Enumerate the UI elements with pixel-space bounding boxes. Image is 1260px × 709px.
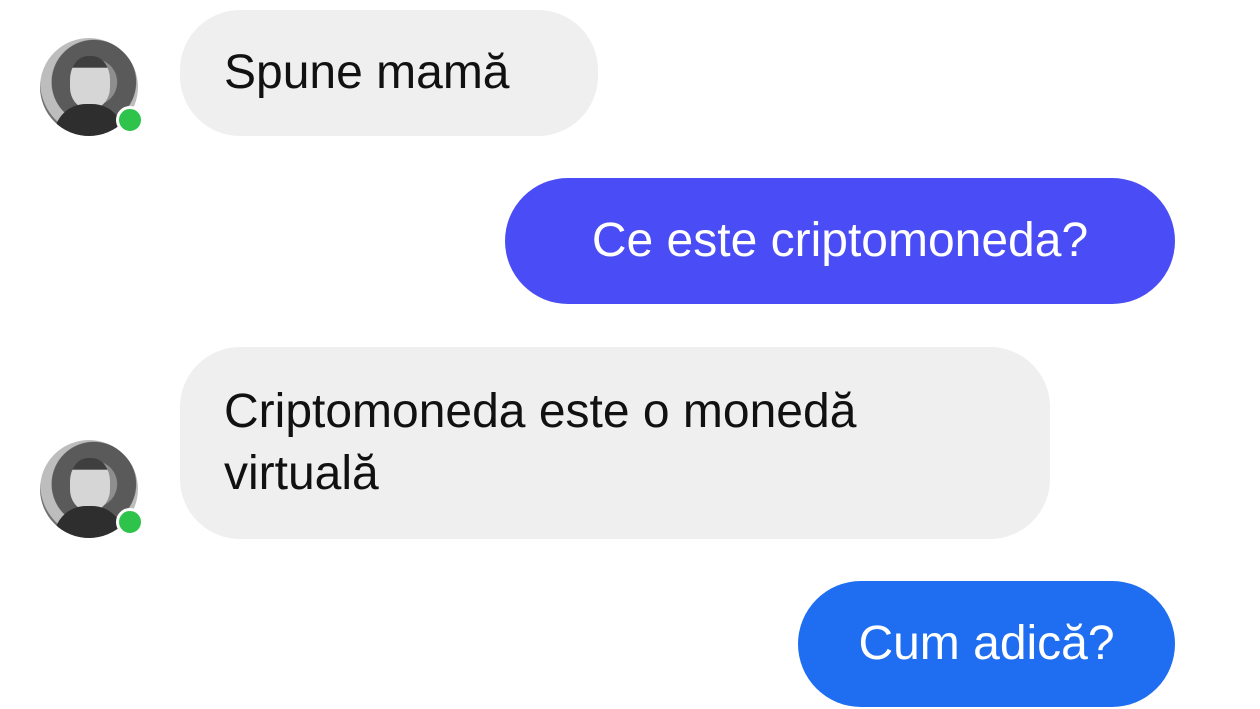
contact-avatar[interactable]	[40, 38, 144, 136]
message-text: Cum adică?	[858, 617, 1115, 670]
message-bubble-incoming[interactable]: Spune mamă	[180, 10, 598, 136]
message-text: Spune mamă	[224, 46, 510, 99]
contact-avatar[interactable]	[40, 440, 144, 538]
message-text: Criptomoneda este o monedă virtuală	[224, 385, 857, 500]
message-bubble-outgoing[interactable]: Cum adică?	[798, 581, 1175, 707]
message-bubble-outgoing[interactable]: Ce este criptomoneda?	[505, 178, 1175, 304]
message-bubble-incoming[interactable]: Criptomoneda este o monedă virtuală	[180, 347, 1050, 539]
message-text: Ce este criptomoneda?	[591, 214, 1089, 267]
online-status-icon	[116, 106, 144, 134]
online-status-icon	[116, 508, 144, 536]
chat-thread: Spune mamă Ce este criptomoneda? Criptom…	[0, 0, 1260, 709]
